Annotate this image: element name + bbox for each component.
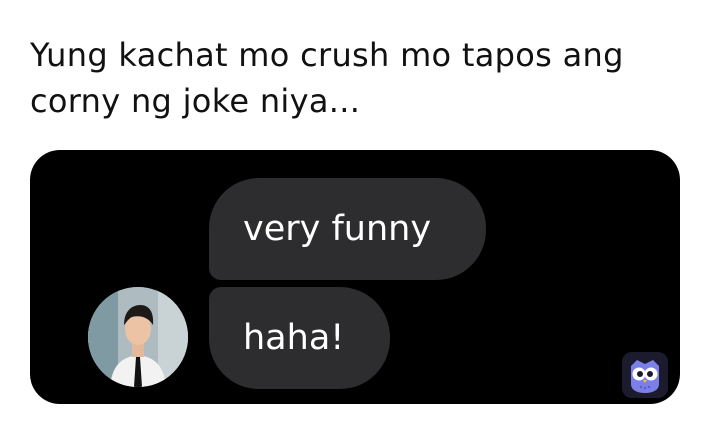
meme-caption: Yung kachat mo crush mo tapos ang corny … <box>30 36 624 120</box>
message-bubble: haha! <box>209 287 390 389</box>
chat-screenshot: very funny haha! <box>30 150 680 404</box>
avatar <box>88 287 188 387</box>
message-bubble: very funny <box>209 178 486 280</box>
owl-icon <box>622 352 668 398</box>
avatar-photo-icon <box>88 287 188 387</box>
message-text: haha! <box>243 318 345 358</box>
message-text: very funny <box>243 209 432 249</box>
